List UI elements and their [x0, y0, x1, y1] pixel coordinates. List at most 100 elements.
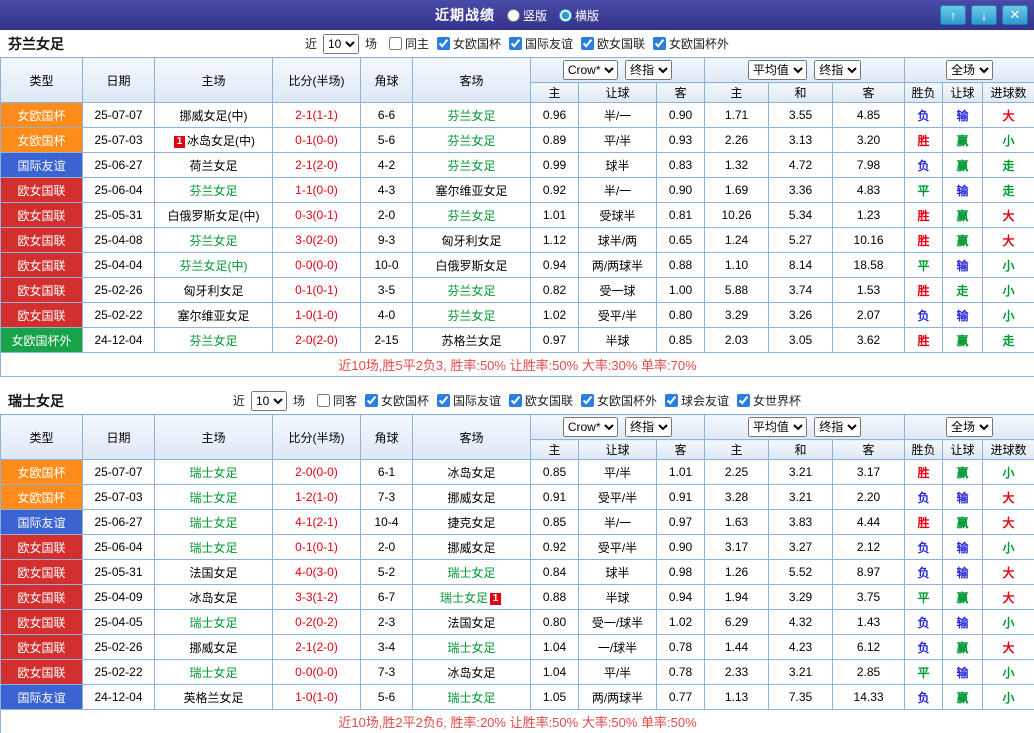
filter-checkbox[interactable]	[581, 393, 595, 407]
home-team: 匈牙利女足	[154, 277, 273, 303]
layout-option-horizontal[interactable]: 横版	[559, 7, 599, 24]
asia-final-odds-select[interactable]: 终指	[625, 417, 673, 437]
euro-draw-odds: 3.36	[768, 177, 834, 203]
asia-home-odds: 0.82	[530, 277, 579, 303]
horizontal-layout-radio[interactable]	[559, 8, 572, 22]
result-handicap: 输	[942, 177, 984, 203]
fulltime-select[interactable]: 全场	[946, 417, 994, 437]
red-card-badge: 1	[174, 135, 185, 148]
section-header: 瑞士女足 近 10 场 同客 女欧国杯 国际友谊 欧女国联 女欧国杯外 球会友谊 女世界杯	[0, 387, 1034, 414]
filter-checkbox[interactable]	[653, 36, 667, 50]
filter-checkbox[interactable]	[436, 393, 450, 407]
asia-away-odds: 0.80	[655, 302, 706, 328]
asia-handicap: 半球	[578, 327, 657, 353]
match-date: 25-06-04	[82, 534, 155, 560]
col-corner: 角球	[360, 414, 413, 460]
match-score: 1-0(1-0)	[272, 302, 361, 328]
filter-国际友谊[interactable]: 国际友谊	[509, 35, 573, 52]
euro-final-odds-select[interactable]: 终指	[814, 60, 862, 80]
filter-女世界杯[interactable]: 女世界杯	[737, 392, 801, 409]
filter-同主[interactable]: 同主	[388, 35, 429, 52]
result-wdl: 平	[904, 252, 944, 278]
corner-score: 4-0	[360, 302, 413, 328]
scroll-down-button[interactable]: ↓	[971, 5, 997, 25]
filter-checkbox[interactable]	[665, 393, 679, 407]
asia-final-odds-select[interactable]: 终指	[625, 60, 673, 80]
result-handicap: 输	[942, 252, 984, 278]
match-type-badge: 欧女国联	[0, 559, 83, 585]
filter-checkbox[interactable]	[509, 393, 522, 407]
filter-女欧国杯外[interactable]: 女欧国杯外	[581, 392, 657, 409]
filter-checkbox[interactable]	[509, 36, 522, 50]
euro-draw-odds: 3.05	[768, 327, 834, 353]
filter-国际友谊[interactable]: 国际友谊	[436, 392, 501, 409]
match-type-badge: 女欧国杯	[0, 459, 83, 485]
filter-label: 同主	[404, 36, 429, 51]
filter-女欧国杯外[interactable]: 女欧国杯外	[653, 35, 729, 52]
corner-score: 5-6	[360, 127, 413, 153]
vertical-layout-radio[interactable]	[506, 8, 520, 22]
filter-checkbox[interactable]	[364, 393, 378, 407]
table-header-row-1: 类型 日期 主场 比分(半场) 角球 客场 Crow* 终指 平均值 终指 全场	[0, 414, 1034, 460]
average-select[interactable]: 平均值	[747, 60, 807, 80]
match-row: 女欧国杯外 24-12-04 芬兰女足 2-0(2-0) 2-15 苏格兰女足 0.97 半球…	[0, 327, 1034, 353]
col-result-handicap: 让球	[942, 82, 984, 103]
filter-欧女国联[interactable]: 欧女国联	[509, 392, 573, 409]
asia-away-odds: 0.94	[655, 584, 706, 610]
match-date: 25-07-07	[82, 102, 155, 128]
bookmaker-select[interactable]: Crow*	[562, 60, 618, 80]
result-goals: 小	[982, 684, 1034, 710]
layout-option-vertical[interactable]: 竖版	[506, 7, 547, 24]
team-name: 塞尔维亚女足	[435, 183, 508, 198]
filter-checkbox[interactable]	[316, 393, 330, 407]
recent-count-select[interactable]: 10	[322, 33, 359, 54]
match-score: 3-3(1-2)	[272, 584, 361, 610]
summary-text: 近10场,胜2平2负6, 胜率:20% 让胜率:50% 大率:50% 单率:50…	[0, 709, 1034, 733]
result-wdl: 胜	[904, 227, 944, 253]
euro-away-odds: 8.97	[832, 559, 906, 585]
away-team: 捷克女足	[412, 509, 531, 535]
team-name: 捷克女足	[447, 515, 496, 530]
recent-count-select[interactable]: 10	[250, 390, 287, 411]
result-handicap: 赢	[942, 634, 984, 660]
bookmaker-select[interactable]: Crow*	[562, 417, 618, 437]
euro-away-odds: 4.44	[832, 509, 906, 535]
match-date: 25-07-03	[82, 127, 155, 153]
filter-同客[interactable]: 同客	[316, 392, 357, 409]
fulltime-select[interactable]: 全场	[946, 60, 994, 80]
asia-home-odds: 1.02	[530, 302, 579, 328]
filter-欧女国联[interactable]: 欧女国联	[581, 35, 645, 52]
filter-checkbox[interactable]	[581, 36, 595, 50]
filter-checkbox[interactable]	[388, 36, 402, 50]
corner-score: 4-3	[360, 177, 413, 203]
result-wdl: 胜	[904, 277, 944, 303]
filter-checkbox[interactable]	[436, 36, 450, 50]
match-row: 欧女国联 25-04-04 芬兰女足(中) 0-0(0-0) 10-0 白俄罗斯女足 0.9…	[0, 252, 1034, 278]
euro-home-odds: 1.69	[704, 177, 770, 203]
horizontal-layout-label: 横版	[575, 8, 600, 23]
close-button[interactable]: ✕	[1002, 5, 1028, 25]
match-row: 女欧国杯 25-07-07 挪威女足(中) 2-1(1-1) 6-6 芬兰女足 0.96 半/…	[0, 102, 1034, 128]
euro-home-odds: 3.17	[704, 534, 770, 560]
filter-女欧国杯[interactable]: 女欧国杯	[436, 35, 501, 52]
filter-checkbox[interactable]	[737, 393, 751, 407]
result-wdl: 负	[904, 484, 944, 510]
team-name: 白俄罗斯女足(中)	[167, 208, 260, 223]
match-date: 25-06-27	[82, 152, 155, 178]
home-team: 挪威女足	[154, 634, 273, 660]
summary-text: 近10场,胜5平2负3, 胜率:50% 让胜率:50% 大率:30% 单率:70…	[0, 352, 1034, 377]
asia-odds-group-header: Crow* 终指	[529, 57, 706, 83]
euro-final-odds-select[interactable]: 终指	[814, 417, 862, 437]
summary-row: 近10场,胜5平2负3, 胜率:50% 让胜率:50% 大率:30% 单率:70…	[0, 352, 1034, 377]
filter-女欧国杯[interactable]: 女欧国杯	[364, 392, 429, 409]
topbar: 近期战绩 竖版 横版 ↑ ↓ ✕	[0, 0, 1034, 30]
match-score: 2-0(2-0)	[272, 327, 361, 353]
scroll-up-button[interactable]: ↑	[940, 5, 966, 25]
filter-label: 国际友谊	[452, 393, 501, 408]
asia-handicap: 受一/球半	[578, 609, 657, 635]
filter-球会友谊[interactable]: 球会友谊	[665, 392, 729, 409]
results-table: 类型 日期 主场 比分(半场) 角球 客场 Crow* 终指 平均值 终指 全场	[0, 414, 1034, 733]
average-select[interactable]: 平均值	[747, 417, 807, 437]
match-row: 欧女国联 25-06-04 芬兰女足 1-1(0-0) 4-3 塞尔维亚女足 0.92 半/一…	[0, 177, 1034, 203]
col-corner: 角球	[360, 57, 413, 103]
